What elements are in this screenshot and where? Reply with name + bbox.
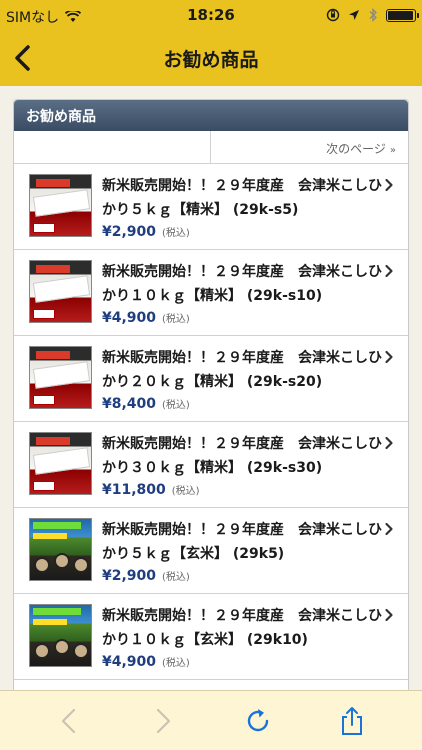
content-area[interactable]: お勧め商品 次のページ» 新米販売開始！！２９年度産 会津米こしひかり５ｋｇ【精… [0,86,422,690]
chevron-right-icon [385,608,393,622]
tax-label: (税込) [162,658,190,669]
status-bar: SIMなし 18:26 [0,0,422,30]
battery-fill [388,10,413,20]
product-row[interactable]: 新米販売開始！！２９年度産 会津米こしひかり２０ｋｇ【精米】 (29k-s20)… [14,336,408,422]
product-title: 新米販売開始！！２９年度産 会津米こしひかり５ｋｇ【精米】 (29k-s5) [102,178,382,218]
back-arrow-icon [61,708,76,734]
chevron-right-icon [385,350,393,364]
orientation-lock-icon [326,8,340,22]
product-row[interactable]: 新米販売開始！！２９年度産 会津米こしひかり３０ｋｇ【精米】 (29k-s30)… [14,422,408,508]
location-icon [349,10,359,20]
product-thumbnail [29,346,92,409]
product-row[interactable]: 新米販売開始！！２９年度産 会津米こしひかり１０ｋｇ【玄米】 (29k10) ¥4… [14,594,408,680]
tax-label: (税込) [171,486,200,497]
pager: 次のページ» [14,131,408,164]
reload-icon [247,709,269,732]
bluetooth-icon [369,8,377,22]
product-price: ¥2,900 (税込) [102,568,190,584]
browser-toolbar [0,690,422,750]
pager-prev-cell [14,131,211,163]
chevron-right-icon [385,264,393,278]
product-title: 新米販売開始！！２９年度産 会津米こしひかり１０ｋｇ【玄米】 (29k10) [102,608,382,648]
product-row[interactable]: 新米販売開始！！２９年度産 会津米こしひかり５ｋｇ【玄米】 (29k5) ¥2,9… [14,508,408,594]
product-list: 新米販売開始！！２９年度産 会津米こしひかり５ｋｇ【精米】 (29k-s5) ¥2… [14,164,408,680]
product-row[interactable]: 新米販売開始！！２９年度産 会津米こしひかり１０ｋｇ【精米】 (29k-s10)… [14,250,408,336]
product-price: ¥8,400 (税込) [102,396,190,412]
chevron-right-icon [385,178,393,192]
tax-label: (税込) [162,228,190,239]
chevron-right-icon [385,522,393,536]
product-thumbnail [29,260,92,323]
price-value: ¥2,900 [102,224,157,240]
tax-label: (税込) [162,314,190,325]
price-value: ¥11,800 [102,482,166,498]
product-price: ¥11,800 (税込) [102,482,200,498]
price-value: ¥2,900 [102,568,157,584]
product-price: ¥4,900 (税込) [102,654,190,670]
toolbar-share-button[interactable] [336,705,368,737]
product-thumbnail [29,604,92,667]
chevron-right-icon [385,436,393,450]
next-page-link[interactable]: 次のページ» [211,131,408,163]
price-value: ¥4,900 [102,310,157,326]
product-thumbnail [29,174,92,237]
double-chevron-icon: » [389,145,396,156]
product-title: 新米販売開始！！２９年度産 会津米こしひかり２０ｋｇ【精米】 (29k-s20) [102,350,382,390]
battery-icon [386,8,419,22]
product-thumbnail [29,432,92,495]
status-right [326,8,419,22]
product-title: 新米販売開始！！２９年度産 会津米こしひかり５ｋｇ【玄米】 (29k5) [102,522,382,562]
price-value: ¥4,900 [102,654,157,670]
toolbar-forward-button[interactable] [146,705,178,737]
toolbar-back-button[interactable] [54,705,86,737]
tax-label: (税込) [162,572,190,583]
share-icon [342,707,362,735]
product-price: ¥4,900 (税込) [102,310,190,326]
price-value: ¥8,400 [102,396,157,412]
product-price: ¥2,900 (税込) [102,224,190,240]
product-title: 新米販売開始！！２９年度産 会津米こしひかり１０ｋｇ【精米】 (29k-s10) [102,264,382,304]
forward-arrow-icon [156,708,171,734]
product-row[interactable]: 新米販売開始！！２９年度産 会津米こしひかり５ｋｇ【精米】 (29k-s5) ¥2… [14,164,408,250]
toolbar-reload-button[interactable] [242,705,274,737]
product-thumbnail [29,518,92,581]
nav-bar: お勧め商品 [0,30,422,86]
recommend-panel: お勧め商品 次のページ» 新米販売開始！！２９年度産 会津米こしひかり５ｋｇ【精… [13,99,409,690]
next-page-label: 次のページ [326,142,386,156]
panel-header: お勧め商品 [14,100,408,131]
product-title: 新米販売開始！！２９年度産 会津米こしひかり３０ｋｇ【精米】 (29k-s30) [102,436,382,476]
tax-label: (税込) [162,400,190,411]
page-title: お勧め商品 [163,49,259,71]
